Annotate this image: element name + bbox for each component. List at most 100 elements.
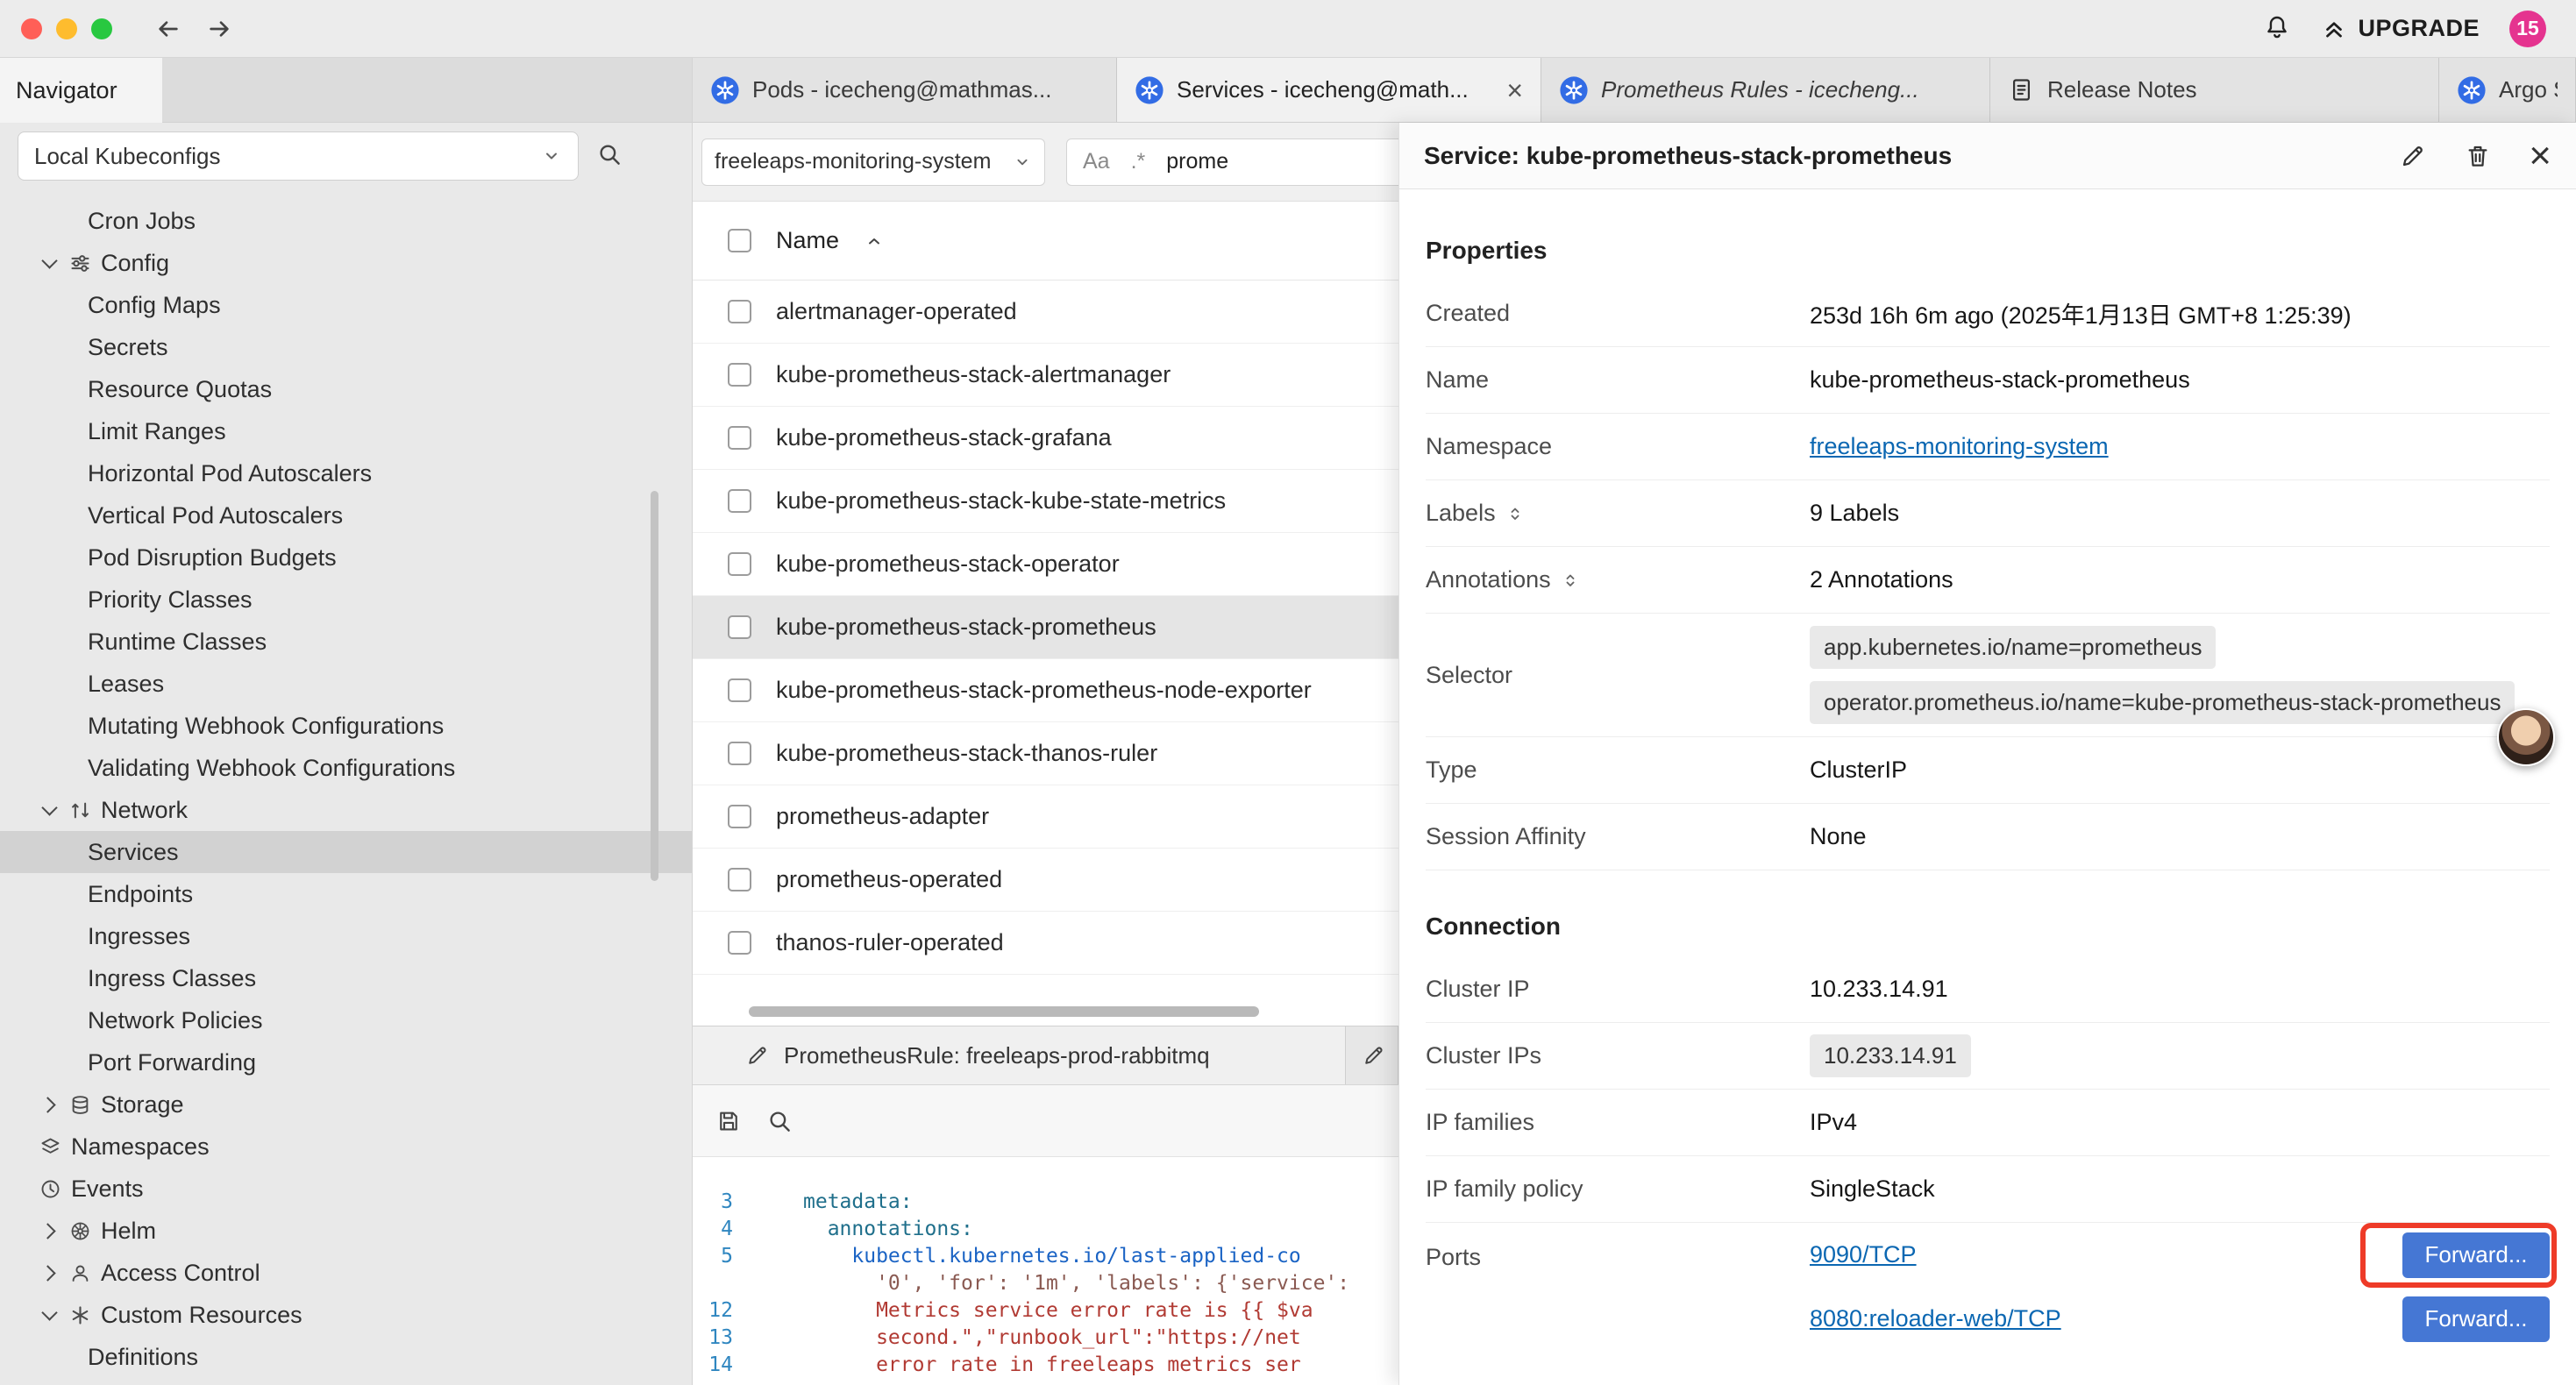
row-checkbox[interactable] [728,552,751,576]
sidebar-item-leases[interactable]: Leases [0,663,692,705]
notifications-button[interactable] [2263,12,2291,45]
sidebar-item-limit-ranges[interactable]: Limit Ranges [0,410,692,452]
sidebar-item-access-control[interactable]: Access Control [0,1252,692,1294]
sort-ascending-icon[interactable] [864,231,885,252]
service-row[interactable]: kube-prometheus-stack-thanos-ruler [693,722,1398,785]
sidebar-search-button[interactable] [596,141,623,172]
sidebar-item-helm[interactable]: Helm [0,1210,692,1252]
minimize-window-button[interactable] [56,18,77,39]
sidebar-item-network[interactable]: Network [0,789,692,831]
sidebar-item-vertical-pod-autoscalers[interactable]: Vertical Pod Autoscalers [0,494,692,536]
bell-icon [2263,12,2291,40]
sidebar-item-secrets[interactable]: Secrets [0,326,692,368]
sidebar-item-priority-classes[interactable]: Priority Classes [0,579,692,621]
sidebar-item-pod-disruption-budgets[interactable]: Pod Disruption Budgets [0,536,692,579]
sidebar-item-namespaces[interactable]: Namespaces [0,1126,692,1168]
search-input[interactable]: Aa .* prome [1066,138,1398,186]
forward-button[interactable]: Forward... [2402,1232,2550,1278]
property-row-type: Type ClusterIP [1426,737,2550,804]
sidebar-item-port-forwarding[interactable]: Port Forwarding [0,1041,692,1083]
expand-collapse-icon[interactable] [1560,570,1581,591]
service-row-selected[interactable]: kube-prometheus-stack-prometheus [693,596,1398,659]
editor-tab-prometheusrule[interactable]: PrometheusRule: freeleaps-prod-rabbitmq [693,1026,1346,1084]
tab-services[interactable]: Services - icecheng@math... × [1117,58,1541,122]
yaml-editor[interactable]: 3metadata: 4 annotations: 5 kubectl.kube… [693,1157,1398,1385]
table-header: Name [693,202,1398,281]
service-row[interactable]: thanos-ruler-operated [693,912,1398,975]
service-row[interactable]: kube-prometheus-stack-operator [693,533,1398,596]
row-checkbox[interactable] [728,678,751,702]
storage-icon [68,1093,92,1117]
select-all-checkbox[interactable] [728,229,751,252]
row-checkbox[interactable] [728,868,751,891]
upgrade-button[interactable]: UPGRADE [2321,15,2480,42]
editor-tab-partial[interactable] [1346,1026,1398,1084]
forward-button[interactable]: Forward... [2402,1296,2550,1342]
vertical-scrollbar[interactable] [651,491,658,881]
close-window-button[interactable] [21,18,42,39]
row-checkbox[interactable] [728,742,751,765]
sidebar-item-cron-jobs[interactable]: Cron Jobs [0,200,692,242]
service-row[interactable]: prometheus-adapter [693,785,1398,849]
zoom-window-button[interactable] [91,18,112,39]
service-row[interactable]: kube-prometheus-stack-kube-state-metrics [693,470,1398,533]
ip-family-policy-value: SingleStack [1810,1175,1935,1203]
edit-icon[interactable] [2399,142,2427,170]
sidebar-item-horizontal-pod-autoscalers[interactable]: Horizontal Pod Autoscalers [0,452,692,494]
namespace-link[interactable]: freeleaps-monitoring-system [1810,433,2109,459]
back-arrow-icon[interactable] [154,15,182,43]
service-row[interactable]: kube-prometheus-stack-alertmanager [693,344,1398,407]
row-checkbox[interactable] [728,300,751,323]
port-link[interactable]: 8080:reloader-web/TCP [1810,1305,2061,1332]
delete-icon[interactable] [2464,142,2492,170]
sidebar-item-events[interactable]: Events [0,1168,692,1210]
avatar[interactable] [2497,708,2555,766]
service-row[interactable]: kube-prometheus-stack-grafana [693,407,1398,470]
sidebar-item-mutating-webhook-configurations[interactable]: Mutating Webhook Configurations [0,705,692,747]
sidebar-item-endpoints[interactable]: Endpoints [0,873,692,915]
sidebar-item-network-policies[interactable]: Network Policies [0,999,692,1041]
tab-release-notes[interactable]: Release Notes [1990,58,2439,122]
sidebar-item-validating-webhook-configurations[interactable]: Validating Webhook Configurations [0,747,692,789]
row-checkbox[interactable] [728,363,751,387]
service-row[interactable]: prometheus-operated [693,849,1398,912]
row-checkbox[interactable] [728,489,751,513]
namespace-dropdown[interactable]: freeleaps-monitoring-system [701,138,1045,186]
case-sensitive-toggle[interactable]: Aa [1083,149,1110,174]
row-checkbox[interactable] [728,805,751,828]
expand-collapse-icon[interactable] [1505,503,1526,524]
regex-toggle[interactable]: .* [1131,149,1146,174]
sidebar-item-ingress-classes[interactable]: Ingress Classes [0,957,692,999]
horizontal-scrollbar[interactable] [749,1006,1259,1017]
row-checkbox[interactable] [728,615,751,639]
row-checkbox[interactable] [728,426,751,450]
filter-row: freeleaps-monitoring-system Aa .* prome [693,123,1398,202]
tab-prometheus-rules[interactable]: Prometheus Rules - icecheng... [1541,58,1990,122]
sidebar-item-runtime-classes[interactable]: Runtime Classes [0,621,692,663]
sidebar-item-ingresses[interactable]: Ingresses [0,915,692,957]
sidebar-item-storage[interactable]: Storage [0,1083,692,1126]
tab-pods[interactable]: Pods - icecheng@mathmas... [693,58,1117,122]
sidebar-item-definitions[interactable]: Definitions [0,1336,692,1378]
column-header-name[interactable]: Name [776,227,839,254]
kubeconfig-dropdown[interactable]: Local Kubeconfigs [18,131,579,181]
sidebar-item-resource-quotas[interactable]: Resource Quotas [0,368,692,410]
service-row[interactable]: kube-prometheus-stack-prometheus-node-ex… [693,659,1398,722]
port-link[interactable]: 9090/TCP [1810,1241,1917,1268]
search-icon[interactable] [766,1108,793,1134]
drawer-header: Service: kube-prometheus-stack-prometheu… [1399,123,2576,189]
service-row[interactable]: alertmanager-operated [693,281,1398,344]
forward-arrow-icon[interactable] [205,15,233,43]
annotations-count[interactable]: 2 Annotations [1810,566,1953,593]
sidebar-item-custom-resources[interactable]: Custom Resources [0,1294,692,1336]
close-icon[interactable]: × [2529,137,2551,175]
sidebar-item-config[interactable]: Config [0,242,692,284]
sidebar-item-config-maps[interactable]: Config Maps [0,284,692,326]
row-checkbox[interactable] [728,931,751,955]
sidebar-item-services[interactable]: Services [0,831,692,873]
tab-close-icon[interactable]: × [1498,76,1523,104]
labels-count[interactable]: 9 Labels [1810,500,1899,527]
notification-count-badge[interactable]: 15 [2509,11,2546,47]
tab-argo[interactable]: Argo Se [2439,58,2576,122]
save-icon[interactable] [715,1108,742,1134]
